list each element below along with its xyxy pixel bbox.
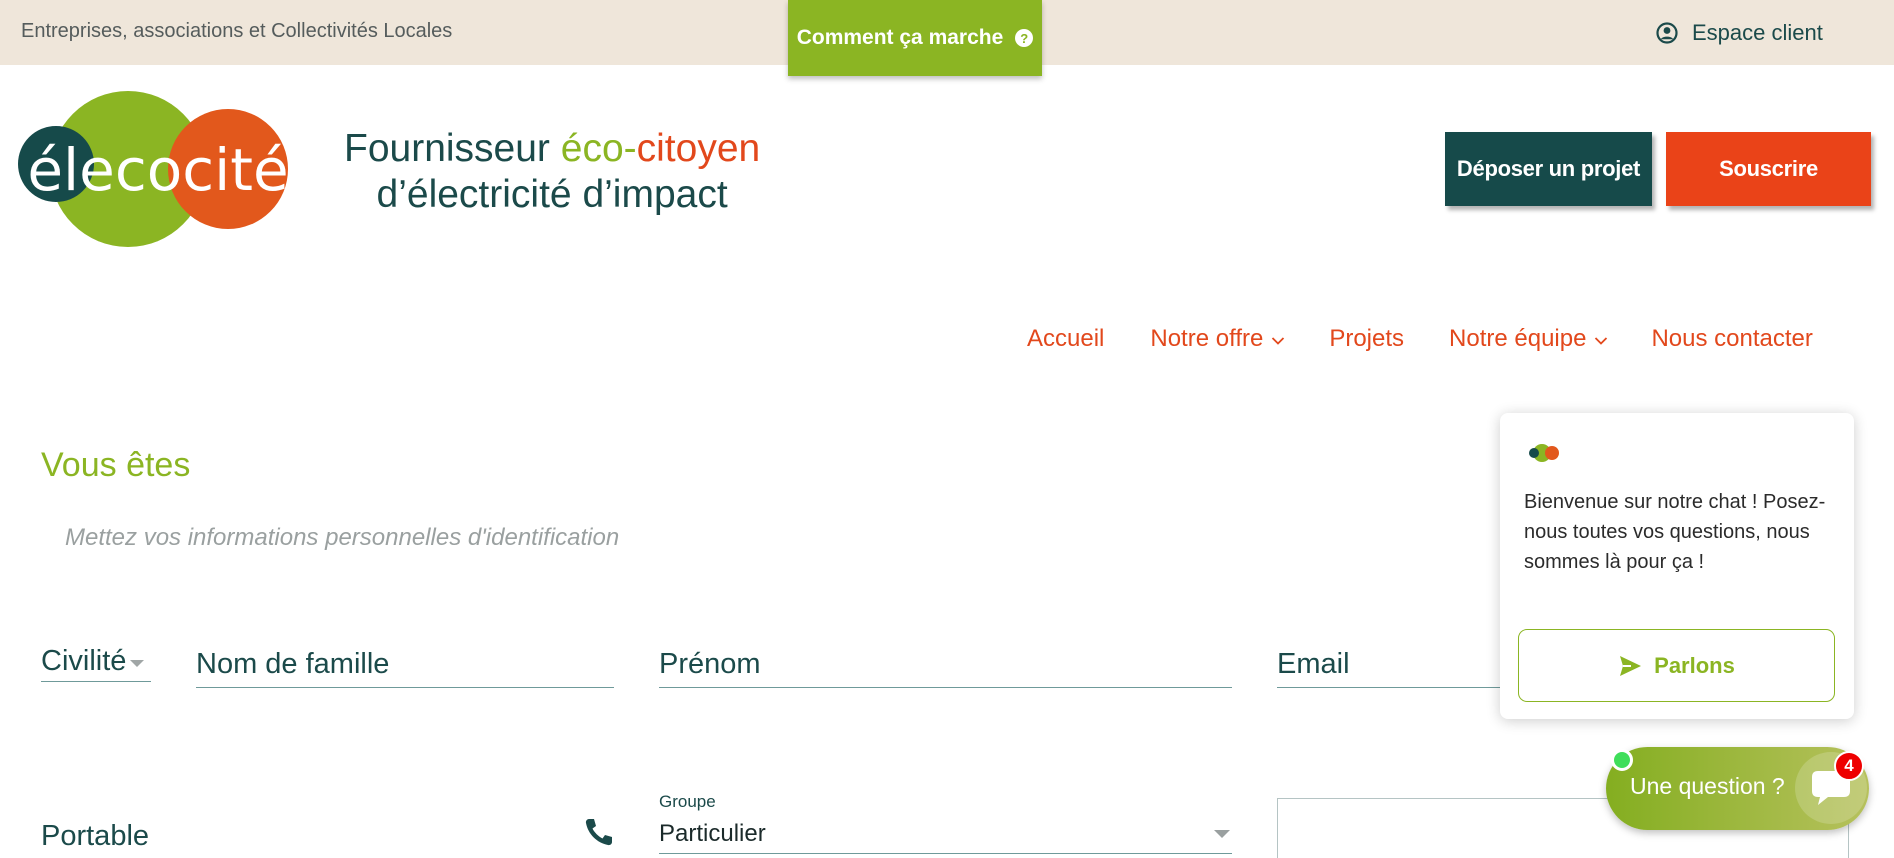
chat-brand-logo [1529,444,1559,462]
chat-start-label: Parlons [1654,652,1735,678]
send-icon [1620,655,1642,676]
chat-start-button[interactable]: Parlons [1518,629,1835,702]
section-subtitle: Mettez vos informations personnelles d'i… [65,524,620,551]
chat-popup: Bienvenue sur notre chat ! Posez-nous to… [1500,413,1854,719]
chevron-down-icon [1272,336,1285,345]
phone-icon [585,819,612,846]
question-icon: ? [1015,29,1034,47]
email-field[interactable]: Email [1277,648,1517,688]
nav-label: Accueil [1027,325,1105,352]
client-space-link[interactable]: Espace client [1656,20,1823,46]
civility-label: Civilité [41,644,127,677]
firstname-field[interactable]: Prénom [659,648,1232,688]
unread-badge: 4 [1834,751,1864,781]
group-label: Groupe [659,792,716,811]
top-bar: Entreprises, associations et Collectivit… [0,0,1894,76]
caret-down-icon [1214,829,1230,838]
nav-label: Nous contacter [1651,325,1813,352]
nav-label: Notre équipe [1449,325,1587,352]
user-circle-icon [1656,22,1678,44]
main-nav: Accueil Notre offre Projets Notre équipe… [1027,325,1813,353]
nav-item-notre-equipe[interactable]: Notre équipe [1449,325,1608,353]
client-space-label: Espace client [1692,20,1823,45]
nav-item-notre-offre[interactable]: Notre offre [1150,325,1285,353]
how-it-works-label: Comment ça marche [796,26,1004,49]
submit-project-button[interactable]: Déposer un projet [1445,132,1652,206]
tagline-eco: éco- [560,127,637,170]
online-status-dot [1611,749,1633,771]
civility-select[interactable]: Civilité [41,641,151,682]
nav-item-accueil[interactable]: Accueil [1027,325,1104,353]
how-it-works-tab[interactable]: Comment ça marche ? [788,0,1042,76]
chevron-down-icon [1595,336,1608,345]
brand-tagline: Fournisseur éco-citoyen d’électricité d’… [344,126,760,218]
svg-text:élecocité: élecocité [27,136,288,204]
tagline-supplier: Fournisseur [344,127,561,170]
nav-label: Projets [1329,325,1405,352]
audience-text: Entreprises, associations et Collectivit… [21,20,453,42]
elecocite-logo[interactable]: élecocité [18,90,298,248]
tagline-line2: d’électricité d’impact [376,173,728,216]
section-title: Vous êtes [41,446,191,484]
nav-item-nous-contacter[interactable]: Nous contacter [1651,325,1812,353]
tagline-line1: Fournisseur éco-citoyen [344,126,760,172]
group-value: Particulier [659,819,766,847]
nav-label: Notre offre [1150,325,1264,352]
chat-welcome-text: Bienvenue sur notre chat ! Posez-nous to… [1524,491,1826,573]
nav-item-projets[interactable]: Projets [1329,325,1404,353]
caret-down-icon [130,659,145,667]
group-select[interactable]: Particulier [659,814,1232,854]
tagline-citoyen: citoyen [636,127,761,170]
mobile-field[interactable]: Portable [41,820,149,853]
lastname-field[interactable]: Nom de famille [196,648,614,688]
subscribe-button[interactable]: Souscrire [1666,132,1871,206]
chat-launcher-label: Une question ? [1630,773,1785,799]
